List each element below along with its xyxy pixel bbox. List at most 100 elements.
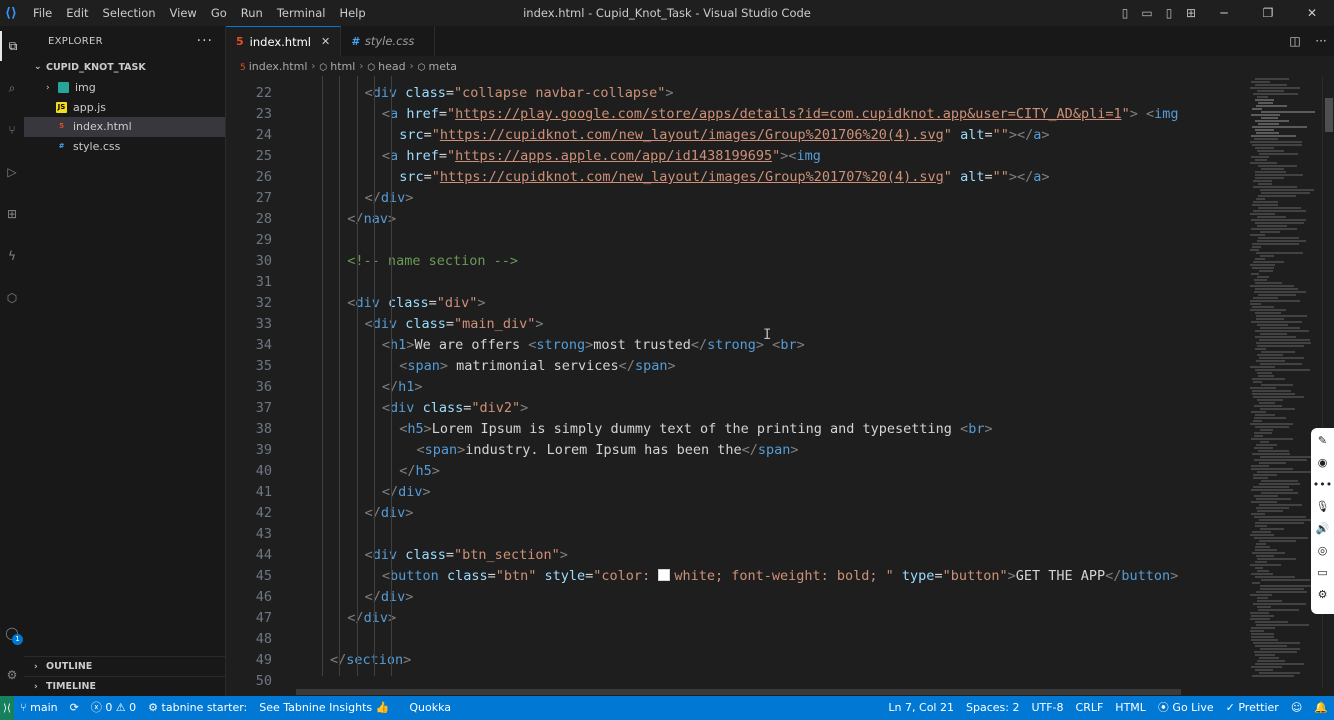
quokka-status[interactable]: Quokka (403, 696, 457, 720)
code-line[interactable]: 42 </div> (226, 503, 1246, 524)
extensions-icon[interactable]: ⊞ (0, 199, 24, 229)
code-line[interactable]: 32 <div class="div"> (226, 293, 1246, 314)
tabnine-insights[interactable]: See Tabnine Insights 👍 (253, 696, 395, 720)
code-line[interactable]: 49 </section> (226, 650, 1246, 671)
close-window-button[interactable]: ✕ (1290, 6, 1334, 20)
minimize-button[interactable]: ─ (1202, 6, 1246, 20)
menu-item-view[interactable]: View (163, 0, 204, 26)
tabnine-status[interactable]: ⚙ tabnine starter: (142, 696, 253, 720)
feedback-icon[interactable]: ☺ (1285, 696, 1308, 720)
breadcrumb-item[interactable]: ⬡ meta (418, 60, 457, 73)
code-line[interactable]: 43 (226, 524, 1246, 545)
toggle-panel-icon[interactable]: ▭ (1136, 6, 1158, 20)
vertical-scroll-thumb[interactable] (1325, 98, 1333, 132)
code-line[interactable]: 47 </div> (226, 608, 1246, 629)
file-tree-item[interactable]: JS app.js (24, 98, 225, 118)
window-icon[interactable]: ▭ (1311, 562, 1334, 584)
code-line[interactable]: 30 <!-- name section --> (226, 251, 1246, 272)
horizontal-scrollbar[interactable] (296, 688, 1246, 696)
more-actions-icon[interactable]: ··· (1308, 34, 1334, 48)
tab-index-html[interactable]: 5 index.html ✕ (226, 26, 342, 56)
tabnine-icon[interactable]: ϟ (0, 241, 24, 271)
code-editor[interactable]: 22 <div class="collapse navbar-collapse">… (226, 76, 1246, 696)
indentation[interactable]: Spaces: 2 (960, 696, 1025, 720)
remote-indicator-icon[interactable]: ⟩⟨ (0, 696, 14, 720)
code-line[interactable]: 29 (226, 230, 1246, 251)
notifications-bell-icon[interactable]: 🔔 (1308, 696, 1334, 720)
timeline-section[interactable]: › TIMELINE (24, 676, 225, 696)
split-editor-icon[interactable]: ◫ (1282, 34, 1308, 48)
menu-item-go[interactable]: Go (204, 0, 234, 26)
maximize-button[interactable]: ❐ (1246, 6, 1290, 20)
customize-layout-icon[interactable]: ⊞ (1180, 6, 1202, 20)
code-line[interactable]: 40 </h5> (226, 461, 1246, 482)
settings-gear-icon[interactable]: ⚙ (1311, 584, 1334, 606)
microphone-icon[interactable]: 🎙 (1311, 496, 1334, 518)
file-tree-item[interactable]: 5 index.html (24, 117, 225, 137)
menu-item-help[interactable]: Help (332, 0, 372, 26)
source-control-icon[interactable]: ⑂ (0, 115, 24, 145)
code-line[interactable]: 39 <span>industry. Lorem Ipsum has been t… (226, 440, 1246, 461)
code-line[interactable]: 48 (226, 629, 1246, 650)
end-of-line[interactable]: CRLF (1070, 696, 1110, 720)
code-line[interactable]: 33 <div class="main_div"> (226, 314, 1246, 335)
code-line[interactable]: 24 src="https://cupidknot.com/new_layout/… (226, 125, 1246, 146)
minimap-line (1260, 189, 1314, 191)
more-icon[interactable]: ••• (1311, 474, 1334, 496)
menu-item-edit[interactable]: Edit (59, 0, 95, 26)
menu-item-run[interactable]: Run (234, 0, 270, 26)
code-line[interactable]: 45 <button class="btn" style="color: whit… (226, 566, 1246, 587)
menu-item-terminal[interactable]: Terminal (270, 0, 333, 26)
encoding[interactable]: UTF-8 (1025, 696, 1069, 720)
more-actions-icon[interactable]: ··· (197, 33, 213, 49)
code-line[interactable]: 38 <h5>Lorem Ipsum is simply dummy text o… (226, 419, 1246, 440)
prettier-status[interactable]: ✓ Prettier (1220, 696, 1285, 720)
close-tab-icon[interactable]: ✕ (321, 35, 330, 48)
language-mode[interactable]: HTML (1109, 696, 1152, 720)
code-line[interactable]: 35 <span> matrimonial services</span> (226, 356, 1246, 377)
branch-indicator[interactable]: ⑂ main (14, 696, 64, 720)
outline-section[interactable]: › OUTLINE (24, 656, 225, 676)
go-live-button[interactable]: ⦿ Go Live (1152, 696, 1220, 720)
accounts-icon[interactable]: ◯ 1 (0, 618, 24, 648)
minimap-line (1261, 168, 1284, 170)
camera-icon[interactable]: ◉ (1311, 452, 1334, 474)
code-line[interactable]: 25 <a href="https://apps.apple.com/app/id… (226, 146, 1246, 167)
sync-icon[interactable]: ⟳ (64, 696, 85, 720)
code-line[interactable]: 22 <div class="collapse navbar-collapse"> (226, 83, 1246, 104)
code-line[interactable]: 37 <div class="div2"> (226, 398, 1246, 419)
webcam-icon[interactable]: ◎ (1311, 540, 1334, 562)
code-line[interactable]: 46 </div> (226, 587, 1246, 608)
run-debug-icon[interactable]: ▷ (0, 157, 24, 187)
breadcrumb-separator-icon: › (359, 60, 364, 72)
code-line[interactable]: 41 </div> (226, 482, 1246, 503)
code-line[interactable]: 27 </div> (226, 188, 1246, 209)
manage-gear-icon[interactable]: ⚙ (0, 660, 24, 690)
menu-item-file[interactable]: File (26, 0, 59, 26)
tab-style-css[interactable]: # style.css (341, 26, 436, 56)
remote-explorer-icon[interactable]: ⬡ (0, 283, 24, 313)
problems-indicator[interactable]: ⓧ 0 ⚠ 0 (85, 696, 142, 720)
breadcrumb-item[interactable]: 5 index.html (240, 60, 307, 73)
file-tree-item[interactable]: › img (24, 78, 225, 98)
cursor-position[interactable]: Ln 7, Col 21 (882, 696, 960, 720)
speaker-icon[interactable]: 🔊 (1311, 518, 1334, 540)
search-icon[interactable]: ⌕ (0, 73, 24, 103)
code-line[interactable]: 28 </nav> (226, 209, 1246, 230)
code-line[interactable]: 26 src="https://cupidknot.com/new_layout/… (226, 167, 1246, 188)
workspace-folder[interactable]: ⌄ CUPID_KNOT_TASK (24, 56, 225, 78)
breadcrumb-item[interactable]: ⬡ html (319, 60, 355, 73)
horizontal-scroll-thumb[interactable] (296, 689, 1181, 695)
explorer-icon[interactable]: ⧉ (0, 31, 24, 61)
menu-item-selection[interactable]: Selection (96, 0, 163, 26)
pen-icon[interactable]: ✎ (1311, 430, 1334, 452)
toggle-sidebar-icon[interactable]: ▯ (1114, 6, 1136, 20)
code-line[interactable]: 23 <a href="https://play.google.com/store… (226, 104, 1246, 125)
toggle-secondary-sidebar-icon[interactable]: ▯ (1158, 6, 1180, 20)
file-tree-item[interactable]: # style.css (24, 137, 225, 157)
code-line[interactable]: 44 <div class="btn_section"> (226, 545, 1246, 566)
breadcrumb-item[interactable]: ⬡ head (367, 60, 405, 73)
code-line[interactable]: 31 (226, 272, 1246, 293)
code-line[interactable]: 34 <h1>We are offers <strong>most trusted… (226, 335, 1246, 356)
code-line[interactable]: 36 </h1> (226, 377, 1246, 398)
